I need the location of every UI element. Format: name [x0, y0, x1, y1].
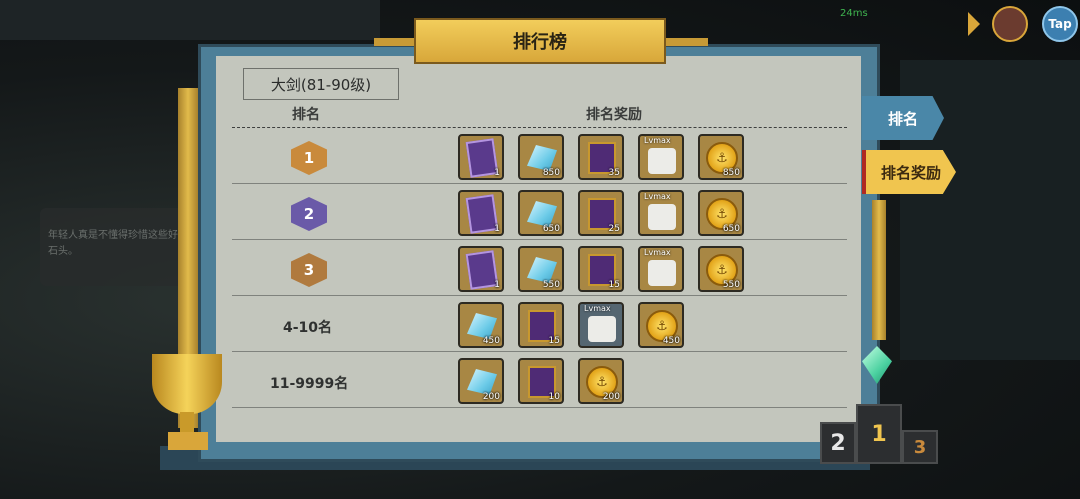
- avatar[interactable]: [992, 6, 1028, 42]
- tab-rank[interactable]: 排名: [862, 96, 944, 140]
- ribbon-tail: [374, 38, 418, 46]
- podium-second: 2: [820, 422, 856, 464]
- item-level-label: Lvmax: [644, 248, 671, 257]
- item-count: 450: [662, 336, 680, 346]
- tap-button[interactable]: Tap: [1042, 6, 1078, 42]
- item-count: 1: [494, 224, 500, 234]
- category-label[interactable]: 大剑(81-90级): [243, 68, 399, 100]
- item-count: 650: [542, 224, 560, 234]
- item-count: 15: [608, 280, 620, 290]
- row-divider: [232, 239, 847, 240]
- item-count: 550: [542, 280, 560, 290]
- gold-coin-icon[interactable]: ⚓ 850: [698, 134, 744, 180]
- tab-rank-rewards[interactable]: 排名奖励: [862, 150, 956, 194]
- podium-first: 1: [856, 404, 902, 464]
- item-count: 1: [494, 168, 500, 178]
- blue-gem-icon[interactable]: 450: [458, 302, 504, 348]
- blue-gem-icon[interactable]: 850: [518, 134, 564, 180]
- lvmax-scroll-glyph: [648, 204, 676, 230]
- rank-label: 4-10名: [283, 320, 333, 336]
- item-count: 850: [542, 168, 560, 178]
- purple-book-icon[interactable]: 10: [518, 358, 564, 404]
- item-count: 25: [608, 224, 620, 234]
- item-level-label: Lvmax: [584, 304, 611, 313]
- lvmax-scroll-glyph: [588, 316, 616, 342]
- purple-book-icon[interactable]: 25: [578, 190, 624, 236]
- item-count: 35: [608, 168, 620, 178]
- lvmax-scroll-icon[interactable]: Lvmax: [638, 134, 684, 180]
- item-count: 200: [482, 392, 500, 402]
- row-divider: [232, 351, 847, 352]
- item-count: 10: [548, 392, 560, 402]
- item-count: 450: [482, 336, 500, 346]
- item-count: 550: [722, 280, 740, 290]
- gold-coin-icon[interactable]: ⚓ 200: [578, 358, 624, 404]
- blue-gem-icon[interactable]: 550: [518, 246, 564, 292]
- rank-column-header: 排名: [292, 107, 320, 123]
- purple-book-icon[interactable]: 35: [578, 134, 624, 180]
- trophy-base: [168, 432, 208, 450]
- row-divider: [232, 295, 847, 296]
- row-divider: [232, 407, 847, 408]
- reward-column-header: 排名奖励: [586, 107, 642, 123]
- rank-label: 11-9999名: [270, 376, 349, 392]
- arrow-right-icon[interactable]: [968, 12, 980, 36]
- lvmax-scroll-glyph: [648, 148, 676, 174]
- item-level-label: Lvmax: [644, 136, 671, 145]
- lvmax-scroll-glyph: [648, 260, 676, 286]
- purple-card-icon[interactable]: 1: [458, 246, 504, 292]
- item-level-label: Lvmax: [644, 192, 671, 201]
- item-count: 650: [722, 224, 740, 234]
- purple-book-icon[interactable]: 15: [518, 302, 564, 348]
- trophy-stem: [180, 412, 194, 434]
- purple-card-icon[interactable]: 1: [458, 134, 504, 180]
- lvmax-scroll-icon[interactable]: Lvmax: [638, 190, 684, 236]
- ribbon-tail: [664, 38, 708, 46]
- blue-gem-icon[interactable]: 650: [518, 190, 564, 236]
- row-divider: [232, 183, 847, 184]
- blue-gem-icon[interactable]: 200: [458, 358, 504, 404]
- lvmax-scroll-icon[interactable]: Lvmax: [638, 246, 684, 292]
- sword-decoration: [872, 200, 886, 340]
- gold-coin-icon[interactable]: ⚓ 550: [698, 246, 744, 292]
- item-count: 850: [722, 168, 740, 178]
- purple-book-icon[interactable]: 15: [578, 246, 624, 292]
- podium-third: 3: [902, 430, 938, 464]
- lvmax-scroll-icon[interactable]: Lvmax: [578, 302, 624, 348]
- ping-indicator: 24ms: [840, 8, 868, 19]
- gold-coin-icon[interactable]: ⚓ 450: [638, 302, 684, 348]
- item-count: 1: [494, 280, 500, 290]
- npc-speech-bubble: 年轻人真是不懂得珍惜这些好石头。: [40, 208, 188, 286]
- background-rock: [0, 0, 380, 40]
- item-count: 200: [602, 392, 620, 402]
- header-divider: [232, 127, 847, 128]
- purple-card-icon[interactable]: 1: [458, 190, 504, 236]
- trophy-icon: [152, 354, 222, 414]
- item-count: 15: [548, 336, 560, 346]
- gold-coin-icon[interactable]: ⚓ 650: [698, 190, 744, 236]
- page-title: 排行榜: [414, 18, 666, 64]
